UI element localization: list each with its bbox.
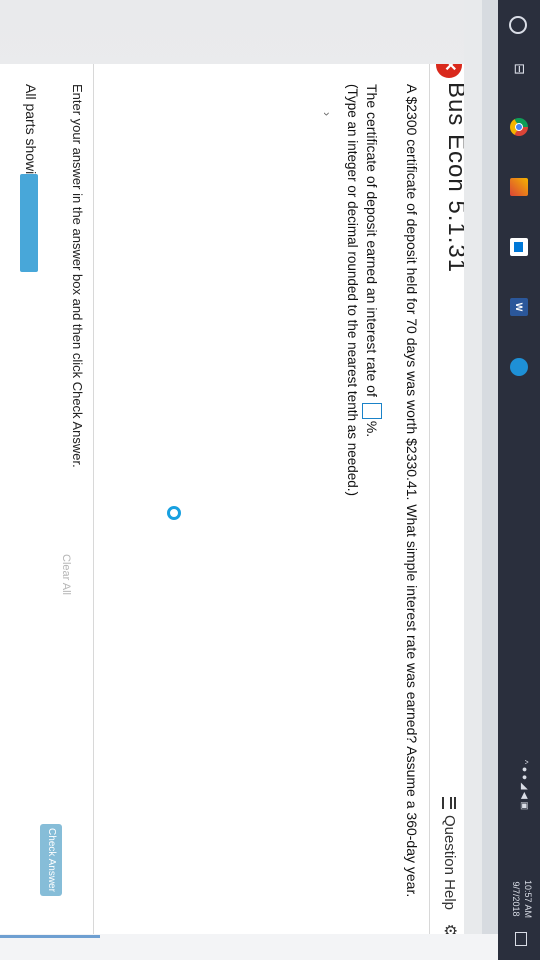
- cortana-circle-icon[interactable]: [509, 16, 527, 34]
- clear-all-button[interactable]: Clear All: [60, 554, 72, 595]
- store-icon[interactable]: [510, 238, 528, 256]
- answer-prefix: The certificate of deposit earned an int…: [364, 84, 380, 397]
- question-text: A $2300 certificate of deposit held for …: [404, 84, 420, 898]
- question-help-button[interactable]: Question Help: [441, 796, 458, 910]
- window-frame-inner: [464, 0, 482, 960]
- question-panel: ✕ Bus Econ 5.1.31 Question Help ⚙ A $230…: [0, 64, 464, 934]
- answer-hint: (Type an integer or decimal rounded to t…: [345, 84, 360, 497]
- list-icon: [442, 796, 457, 809]
- task-view-icon[interactable]: ⊟: [510, 60, 528, 78]
- page-title: Bus Econ 5.1.31: [443, 82, 464, 274]
- loading-spinner-icon: [167, 506, 181, 520]
- check-answer-button[interactable]: Check Answer: [40, 824, 62, 896]
- clock-date: 9/7/2018: [511, 881, 521, 917]
- screen: ⊟ W ^ ● ● ◢ ◀ ▣ 10:57 AM 9/7/2018 ✕ Bus …: [0, 0, 540, 960]
- title-bar: ✕ Bus Econ 5.1.31 Question Help ⚙: [429, 64, 464, 934]
- clock-time: 10:57 AM: [523, 880, 533, 919]
- photos-icon[interactable]: [510, 178, 528, 196]
- window-frame: [482, 0, 498, 960]
- answer-input[interactable]: [362, 402, 382, 419]
- parts-progress-bar: [20, 174, 38, 272]
- gear-icon[interactable]: ⚙: [440, 924, 460, 934]
- footer-divider: [93, 64, 94, 934]
- accent-line: [0, 935, 100, 938]
- question-help-label: Question Help: [441, 814, 458, 910]
- instructions-text: Enter your answer in the answer box and …: [70, 84, 85, 468]
- word-icon[interactable]: W: [510, 298, 528, 316]
- chrome-icon[interactable]: [510, 118, 528, 136]
- answer-line: The certificate of deposit earned an int…: [362, 84, 382, 437]
- system-tray[interactable]: ^ ● ● ◢ ◀ ▣: [519, 760, 530, 810]
- taskbar-clock[interactable]: 10:57 AM 9/7/2018: [510, 880, 534, 918]
- taskbar: ⊟ W ^ ● ● ◢ ◀ ▣ 10:57 AM 9/7/2018: [498, 0, 540, 960]
- progress-fill: [20, 174, 38, 272]
- answer-suffix: %.: [364, 420, 380, 438]
- edge-icon[interactable]: [510, 358, 528, 376]
- close-x-icon[interactable]: ✕: [436, 64, 462, 78]
- chevron-right-icon[interactable]: ›: [320, 112, 334, 116]
- notification-icon[interactable]: [515, 932, 527, 946]
